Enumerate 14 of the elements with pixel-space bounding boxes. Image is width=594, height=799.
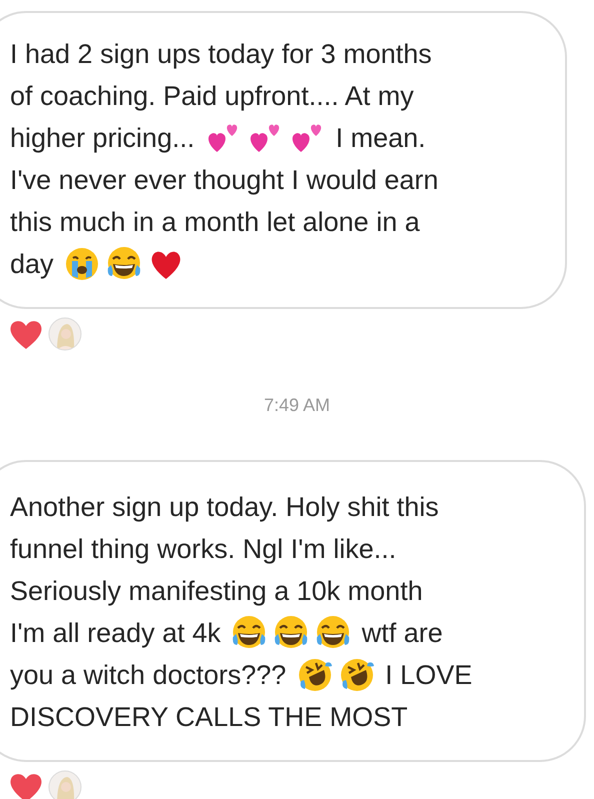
timestamp: 7:49 AM [262,395,332,416]
rolling-laughing-face-icon [338,657,375,693]
message-text: I had 2 sign ups today for 3 months of coaching. Paid upfront.... At my higher pricing... I mean. I've never ever thought I would earn this much in a month let alone in a day [10,33,545,285]
laughing-face-icon [231,615,268,651]
rolling-laughing-face-icon [296,657,333,693]
message-text: Another sign up today. Holy shit this funnel thing works. Ngl I'm like... Seriously manifesting a 10k month I'm all ready at 4k wtf are you a witch doctors??? I LOVE DISCOVERY CALLS THE MOST [10,491,474,734]
crying-face-icon [64,246,100,282]
heart-reaction-icon [8,318,44,350]
avatar [48,317,82,351]
avatar [48,770,82,799]
heart-reaction-icon [8,771,44,799]
laughing-face-icon [106,246,142,282]
laughing-face-icon [273,615,310,651]
laughing-face-icon [315,615,352,651]
